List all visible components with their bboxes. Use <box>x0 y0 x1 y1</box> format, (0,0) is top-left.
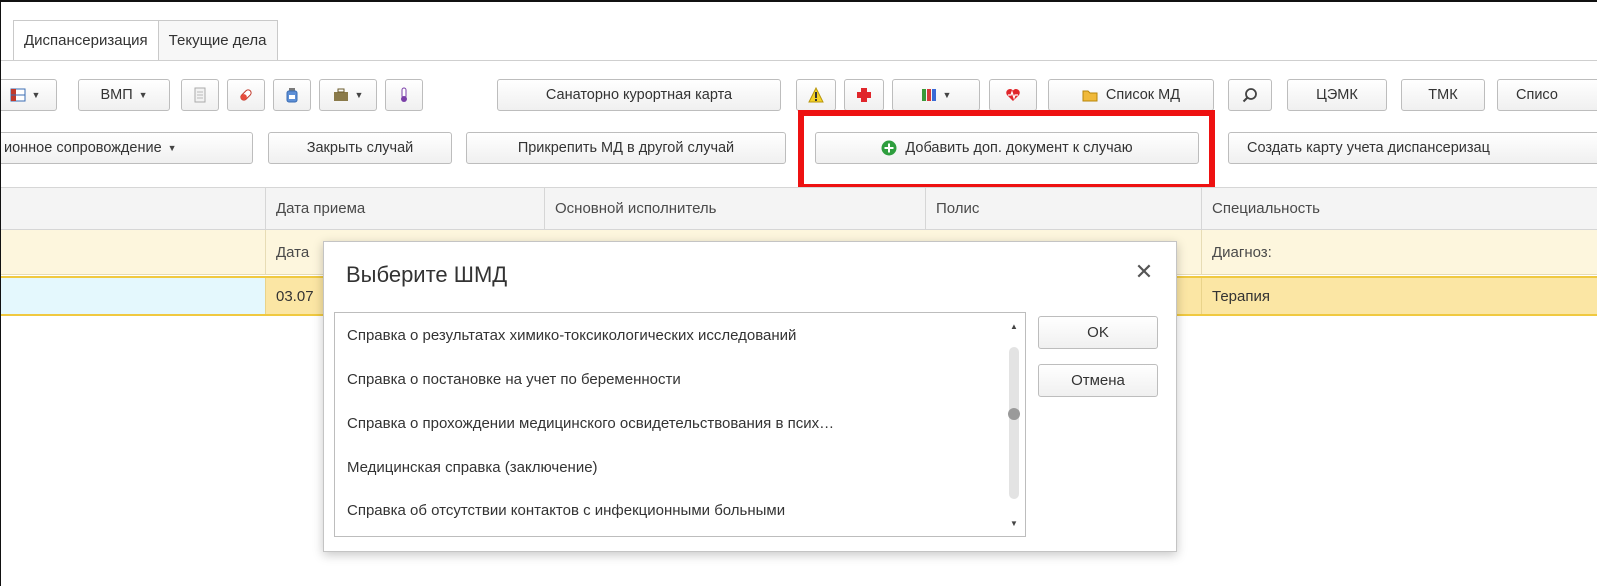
binders-icon <box>921 89 936 101</box>
support-label: ионное сопровождение <box>4 140 162 156</box>
heart-button[interactable] <box>989 79 1037 111</box>
column-header-policy[interactable]: Полис <box>925 188 1201 229</box>
vmp-label: ВМП <box>100 87 133 103</box>
create-dispanserization-card-button[interactable]: Создать карту учета диспансеризац <box>1228 132 1597 164</box>
red-highlight-box <box>798 110 1215 190</box>
pill-button[interactable] <box>227 79 265 111</box>
files-dropdown-button[interactable]: ▼ <box>892 79 980 111</box>
column-header-date[interactable]: Дата приема <box>265 188 544 229</box>
subheader-diagnosis: Диагноз: <box>1201 230 1597 274</box>
table-icon <box>10 88 26 102</box>
cemk-button[interactable]: ЦЭМК <box>1287 79 1387 111</box>
briefcase-icon <box>333 88 348 101</box>
bottle-button[interactable] <box>273 79 311 111</box>
tab-bar: Диспансеризация Текущие дела <box>13 20 278 60</box>
row-marker-cell[interactable] <box>1 278 265 314</box>
briefcase-dropdown-button[interactable]: ▼ <box>319 79 377 111</box>
medical-cross-icon <box>857 88 871 102</box>
md-list-button[interactable]: Список МД <box>1048 79 1214 111</box>
thermometer-icon <box>401 87 407 102</box>
magnifier-icon <box>1242 88 1257 103</box>
column-header-executor[interactable]: Основной исполнитель <box>544 188 925 229</box>
sanatorium-card-button[interactable]: Санаторно курортная карта <box>497 79 781 111</box>
pill-icon <box>240 89 252 101</box>
medical-cross-button[interactable] <box>844 79 884 111</box>
tabs-divider <box>1 60 1597 61</box>
chevron-down-icon: ▼ <box>354 90 364 100</box>
scroll-up-arrow-icon[interactable]: ▲ <box>1007 319 1021 333</box>
warning-button[interactable] <box>796 79 836 111</box>
md-list-label: Список МД <box>1105 87 1181 103</box>
app-window: Диспансеризация Текущие дела ▼ ВМП ▼ ▼ С… <box>0 0 1597 586</box>
list-item[interactable]: Медицинская справка (заключение) <box>347 452 598 482</box>
attach-md-button[interactable]: Прикрепить МД в другой случай <box>466 132 786 164</box>
vmp-button[interactable]: ВМП ▼ <box>78 79 170 111</box>
list-button[interactable]: Списо <box>1497 79 1597 111</box>
list-item[interactable]: Справка об отсутствии контактов с инфекц… <box>347 495 785 525</box>
scrollbar-track[interactable] <box>1009 347 1019 499</box>
search-button[interactable] <box>1228 79 1272 111</box>
ok-button[interactable]: OK <box>1038 316 1158 349</box>
close-icon[interactable]: ✕ <box>1132 259 1156 284</box>
table-dropdown-button[interactable]: ▼ <box>1 79 57 111</box>
column-header-specialty[interactable]: Специальность <box>1201 188 1597 229</box>
thermometer-button[interactable] <box>385 79 423 111</box>
table-header: Дата приема Основной исполнитель Полис С… <box>1 187 1597 230</box>
select-template-dialog: Выберите ШМД ✕ Справка о результатах хим… <box>323 241 1177 552</box>
chevron-down-icon: ▼ <box>942 90 952 100</box>
row-specialty-cell[interactable]: Терапия <box>1201 278 1597 314</box>
list-item[interactable]: Справка о постановке на учет по беременн… <box>347 364 681 394</box>
template-list[interactable]: Справка о результатах химико-токсикологи… <box>334 312 1026 537</box>
informational-support-dropdown[interactable]: ионное сопровождение ▼ <box>1 132 253 164</box>
close-case-button[interactable]: Закрыть случай <box>268 132 452 164</box>
chevron-down-icon: ▼ <box>167 143 177 153</box>
chevron-down-icon: ▼ <box>138 90 148 100</box>
document-button[interactable] <box>181 79 219 111</box>
tmk-button[interactable]: ТМК <box>1401 79 1485 111</box>
list-item[interactable]: Справка о прохождении медицинского освид… <box>347 408 834 438</box>
list-item[interactable]: Справка о результатах химико-токсикологи… <box>347 320 796 350</box>
medicine-bottle-icon <box>286 88 298 103</box>
tab-current-affairs[interactable]: Текущие дела <box>158 20 278 60</box>
dialog-title: Выберите ШМД <box>346 262 508 287</box>
tab-dispanserization[interactable]: Диспансеризация <box>13 20 159 60</box>
document-icon <box>194 87 206 103</box>
cancel-button[interactable]: Отмена <box>1038 364 1158 397</box>
heart-icon <box>1006 89 1020 101</box>
folder-icon <box>1082 90 1098 102</box>
chevron-down-icon: ▼ <box>31 90 41 100</box>
warning-icon <box>808 87 824 103</box>
scroll-down-arrow-icon[interactable]: ▼ <box>1007 516 1021 530</box>
scrollbar-thumb[interactable] <box>1008 408 1020 420</box>
